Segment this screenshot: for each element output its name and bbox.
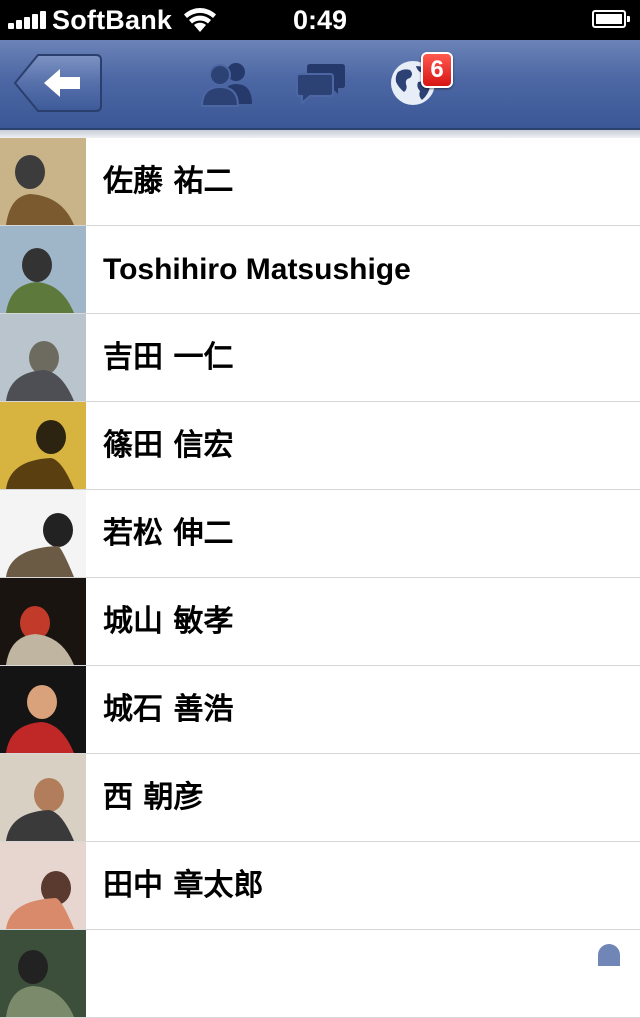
friend-avatar [0, 490, 86, 577]
friend-row[interactable] [0, 930, 640, 1018]
friend-row[interactable]: Toshihiro Matsushige [0, 226, 640, 314]
friend-avatar [0, 402, 86, 489]
friend-avatar [0, 930, 86, 1017]
status-bar: SoftBank 0:49 [0, 0, 640, 40]
friend-avatar [0, 138, 86, 225]
friend-avatar [0, 314, 86, 401]
friend-requests-icon[interactable] [200, 60, 256, 108]
friend-row[interactable]: 篠田 信宏 [0, 402, 640, 490]
friend-avatar [0, 226, 86, 313]
messages-icon[interactable] [296, 60, 346, 106]
back-button[interactable] [14, 54, 102, 112]
friend-avatar [0, 666, 86, 753]
friend-avatar [0, 754, 86, 841]
friend-list: 佐藤 祐二 Toshihiro Matsushige 吉田 一仁篠田 信宏若松 伸二… [0, 138, 640, 1018]
friend-row[interactable]: 城石 善浩 [0, 666, 640, 754]
nav-bar: 6 [0, 40, 640, 130]
friend-row[interactable]: 西 朝彦 [0, 754, 640, 842]
friend-row[interactable]: 城山 敏孝 [0, 578, 640, 666]
online-status-icon [598, 944, 620, 966]
friend-name: 城石 善浩 [103, 692, 234, 727]
clock: 0:49 [292, 5, 348, 35]
notification-count-badge: 6 [421, 52, 453, 88]
friend-row[interactable]: 佐藤 祐二 [0, 138, 640, 226]
friend-name: 城山 敏孝 [103, 604, 234, 639]
friend-name: 西 朝彦 [103, 780, 204, 815]
friend-name: Toshihiro Matsushige [103, 253, 411, 286]
friend-avatar [0, 842, 86, 929]
battery-icon [592, 10, 630, 28]
friend-avatar [0, 578, 86, 665]
friend-name: 吉田 一仁 [103, 340, 234, 375]
friend-name: 篠田 信宏 [103, 428, 234, 463]
nav-shadow-divider [0, 130, 640, 138]
friend-row[interactable]: 田中 章太郎 [0, 842, 640, 930]
friend-row[interactable]: 吉田 一仁 [0, 314, 640, 402]
friend-row[interactable]: 若松 伸二 [0, 490, 640, 578]
friend-name: 若松 伸二 [103, 516, 234, 551]
friend-name: 田中 章太郎 [103, 868, 264, 903]
friend-name: 佐藤 祐二 [103, 164, 234, 199]
